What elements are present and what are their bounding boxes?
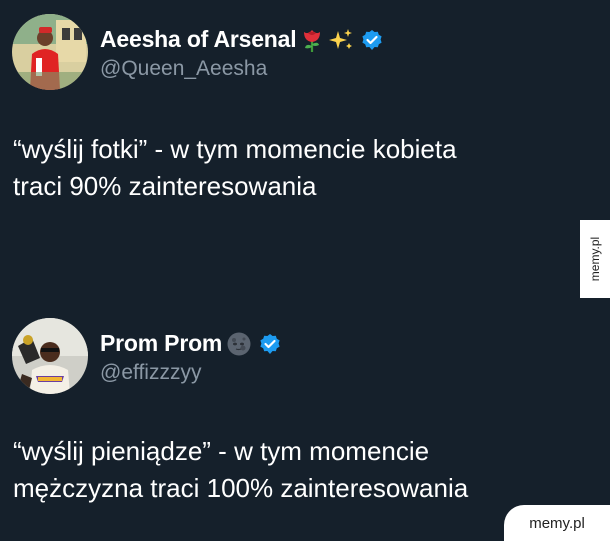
profile-photo	[12, 14, 88, 90]
avatar[interactable]	[12, 318, 88, 394]
sparkles-emoji	[328, 27, 354, 53]
tweet-text-line: “wyślij pieniądze” - w tym momencie	[13, 436, 430, 466]
rose-emoji	[300, 27, 324, 53]
user-handle[interactable]: @effizzzyy	[100, 361, 201, 385]
profile-photo	[12, 318, 88, 394]
name-row: Aeesha of Arsenal	[100, 26, 383, 53]
watermark-corner-text: memy.pl	[529, 514, 585, 532]
watermark-side: memy.pl	[580, 220, 610, 298]
tweet-text-line: “wyślij fotki” - w tym momencie kobieta	[13, 134, 457, 164]
new-moon-face-emoji	[226, 331, 252, 357]
user-handle[interactable]: @Queen_Aeesha	[100, 57, 267, 81]
verified-badge-icon	[361, 29, 383, 51]
tweet-text-line: traci 90% zainteresowania	[13, 171, 317, 201]
tweet-text: “wyślij pieniądze” - w tym momencie mężc…	[13, 433, 573, 507]
display-name[interactable]: Prom Prom	[100, 330, 222, 357]
verified-badge-icon	[259, 333, 281, 355]
watermark-corner: memy.pl	[504, 505, 610, 541]
avatar[interactable]	[12, 14, 88, 90]
watermark-side-text: memy.pl	[588, 236, 603, 282]
tweet-text: “wyślij fotki” - w tym momencie kobieta …	[13, 131, 573, 205]
display-name[interactable]: Aeesha of Arsenal	[100, 26, 297, 53]
tweet-text-line: mężczyzna traci 100% zainteresowania	[13, 473, 469, 503]
name-row: Prom Prom	[100, 330, 281, 357]
